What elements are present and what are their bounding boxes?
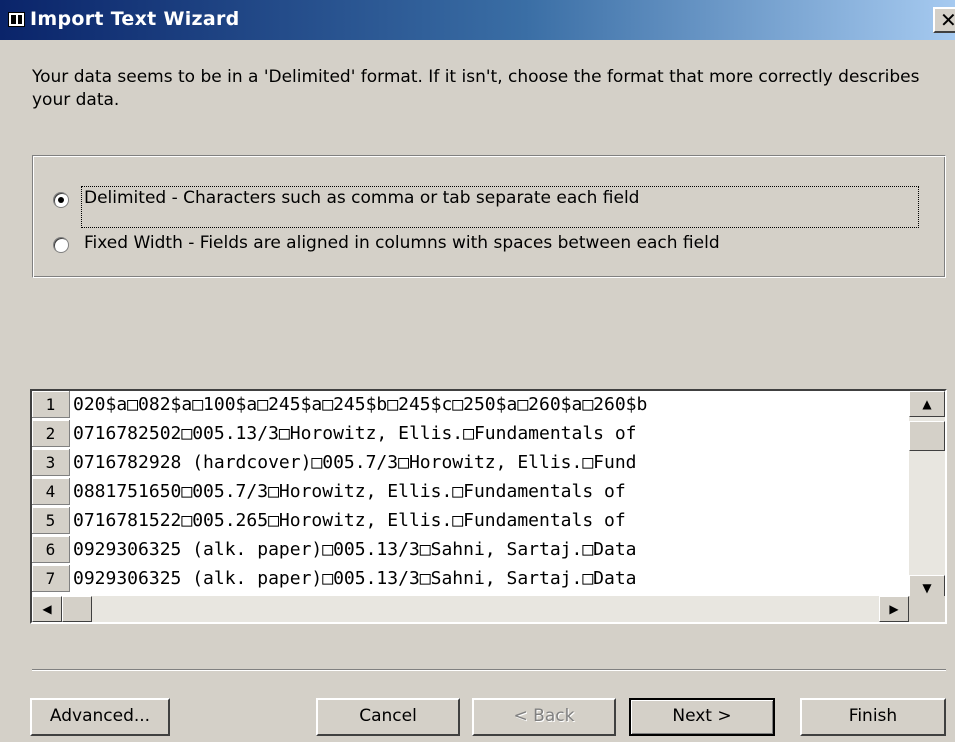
row-text: 0716781522□005.265□Horowitz, Ellis.□Fund… — [73, 510, 626, 531]
row-text: 0929306325 (alk. paper)□005.13/3□Sahni, … — [73, 568, 637, 589]
row-number: 3 — [32, 449, 70, 476]
radio-delimited[interactable] — [53, 192, 69, 208]
row-number: 1 — [32, 391, 70, 418]
radio-fixed-width[interactable] — [53, 237, 69, 253]
scroll-left-icon[interactable]: ◀ — [32, 596, 62, 622]
preview-rows: 1 020$a□082$a□100$a□245$a□245$b□245$c□25… — [32, 391, 909, 601]
finish-button[interactable]: Finish — [800, 698, 946, 736]
next-button[interactable]: Next > — [629, 698, 775, 736]
row-text: 0881751650□005.7/3□Horowitz, Ellis.□Fund… — [73, 481, 626, 502]
instructions-text: Your data seems to be in a 'Delimited' f… — [32, 67, 920, 110]
advanced-button[interactable]: Advanced... — [30, 698, 170, 736]
app-icon — [8, 12, 25, 27]
table-row: 2 0716782502□005.13/3□Horowitz, Ellis.□F… — [32, 420, 909, 448]
back-button[interactable]: < Back — [472, 698, 616, 736]
row-number: 5 — [32, 507, 70, 534]
row-number: 2 — [32, 420, 70, 447]
table-row: 4 0881751650□005.7/3□Horowitz, Ellis.□Fu… — [32, 478, 909, 506]
table-row: 5 0716781522□005.265□Horowitz, Ellis.□Fu… — [32, 507, 909, 535]
horizontal-scroll-thumb[interactable] — [62, 596, 92, 622]
row-number: 7 — [32, 565, 70, 592]
scrollbar-corner — [909, 596, 945, 622]
table-row: 3 0716782928 (hardcover)□005.7/3□Horowit… — [32, 449, 909, 477]
scroll-right-icon[interactable]: ▶ — [879, 596, 909, 622]
vertical-scrollbar[interactable]: ▲ ▼ — [909, 391, 945, 601]
row-text: 0716782928 (hardcover)□005.7/3□Horowitz,… — [73, 452, 637, 473]
fixed-width-label: Fixed Width - Fields are aligned in colu… — [84, 233, 720, 253]
close-button[interactable]: ✕ — [933, 7, 955, 33]
row-number: 6 — [32, 536, 70, 563]
focus-rectangle — [81, 186, 919, 228]
table-row: 6 0929306325 (alk. paper)□005.13/3□Sahni… — [32, 536, 909, 564]
cancel-button[interactable]: Cancel — [316, 698, 460, 736]
table-row: 7 0929306325 (alk. paper)□005.13/3□Sahni… — [32, 565, 909, 593]
vertical-scroll-thumb[interactable] — [909, 421, 945, 451]
horizontal-scrollbar[interactable]: ◀ ▶ — [32, 596, 909, 622]
format-group: Delimited - Characters such as comma or … — [32, 155, 946, 278]
row-text: 0929306325 (alk. paper)□005.13/3□Sahni, … — [73, 539, 637, 560]
row-text: 020$a□082$a□100$a□245$a□245$b□245$c□250$… — [73, 394, 648, 415]
data-preview[interactable]: 1 020$a□082$a□100$a□245$a□245$b□245$c□25… — [30, 389, 947, 624]
row-number: 4 — [32, 478, 70, 505]
scroll-up-icon[interactable]: ▲ — [909, 391, 945, 417]
table-row: 1 020$a□082$a□100$a□245$a□245$b□245$c□25… — [32, 391, 909, 419]
window-title: Import Text Wizard — [30, 8, 240, 30]
divider — [32, 669, 946, 671]
title-bar: Import Text Wizard ✕ — [0, 0, 955, 40]
row-text: 0716782502□005.13/3□Horowitz, Ellis.□Fun… — [73, 423, 637, 444]
